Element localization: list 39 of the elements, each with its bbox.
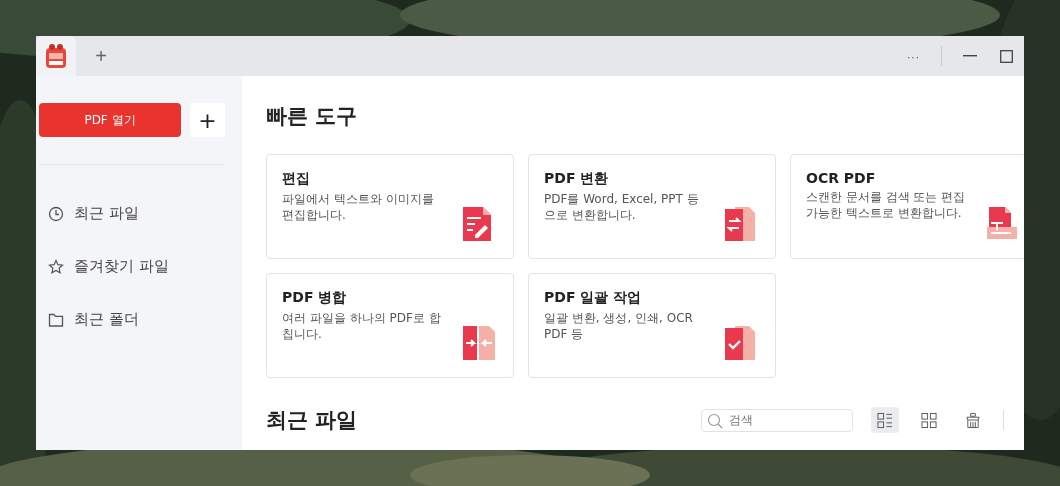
sidebar-item[interactable]: 최근 폴더 xyxy=(36,293,242,346)
sidebar-item[interactable]: 최근 파일 xyxy=(36,187,242,240)
tool-title: PDF 변환 xyxy=(544,170,610,188)
minimize-icon xyxy=(963,55,977,57)
clock-icon xyxy=(48,205,64,222)
tool-card[interactable]: OCR PDF 스캔한 문서를 검색 또는 편집 가능한 텍스트로 변환합니다. xyxy=(790,154,1024,259)
tool-card[interactable]: PDF 일괄 작업 일괄 변환, 생성, 인쇄, OCR PDF 등 xyxy=(528,273,776,378)
section-title: 최근 파일 xyxy=(266,407,358,434)
tool-title: PDF 일괄 작업 xyxy=(544,289,643,307)
list-view-button[interactable] xyxy=(871,407,899,433)
add-button[interactable]: + xyxy=(190,103,225,137)
documents-merge-icon xyxy=(461,324,495,362)
tool-description: 여러 파일을 하나의 PDF로 합칩니다. xyxy=(282,310,442,342)
list-view-icon xyxy=(877,411,893,429)
app-logo-icon xyxy=(44,43,68,69)
tool-title: PDF 병합 xyxy=(282,289,348,307)
new-tab-button[interactable]: + xyxy=(76,36,126,76)
search-field[interactable]: 검색 xyxy=(701,408,853,432)
app-tab[interactable] xyxy=(36,36,76,76)
document-arrows-icon xyxy=(723,205,757,243)
grid-view-icon xyxy=(921,411,937,429)
tool-card[interactable]: PDF 병합 여러 파일을 하나의 PDF로 합칩니다. xyxy=(266,273,514,378)
search-icon xyxy=(707,412,723,429)
tool-card[interactable]: PDF 변환 PDF를 Word, Excel, PPT 등으로 변환합니다. xyxy=(528,154,776,259)
folder-icon xyxy=(48,311,64,328)
tool-description: 스캔한 문서를 검색 또는 편집 가능한 텍스트로 변환합니다. xyxy=(806,189,966,221)
tool-title: 편집 xyxy=(282,170,311,188)
tool-title: OCR PDF xyxy=(806,170,877,186)
sidebar-item[interactable]: 즐겨찾기 파일 xyxy=(36,240,242,293)
section-title: 빠른 도구 xyxy=(266,103,359,130)
tool-card[interactable]: 편집 파일에서 텍스트와 이미지를 편집합니다. xyxy=(266,154,514,259)
document-check-icon xyxy=(723,324,757,362)
tool-description: PDF를 Word, Excel, PPT 등으로 변환합니다. xyxy=(544,191,700,223)
open-pdf-button[interactable]: PDF 열기 xyxy=(39,103,181,137)
more-button[interactable]: ··· xyxy=(895,36,931,76)
star-icon xyxy=(48,258,64,275)
maximize-icon xyxy=(999,49,1013,63)
tool-description: 파일에서 텍스트와 이미지를 편집합니다. xyxy=(282,191,435,223)
tool-description: 일괄 변환, 생성, 인쇄, OCR PDF 등 xyxy=(544,310,694,342)
